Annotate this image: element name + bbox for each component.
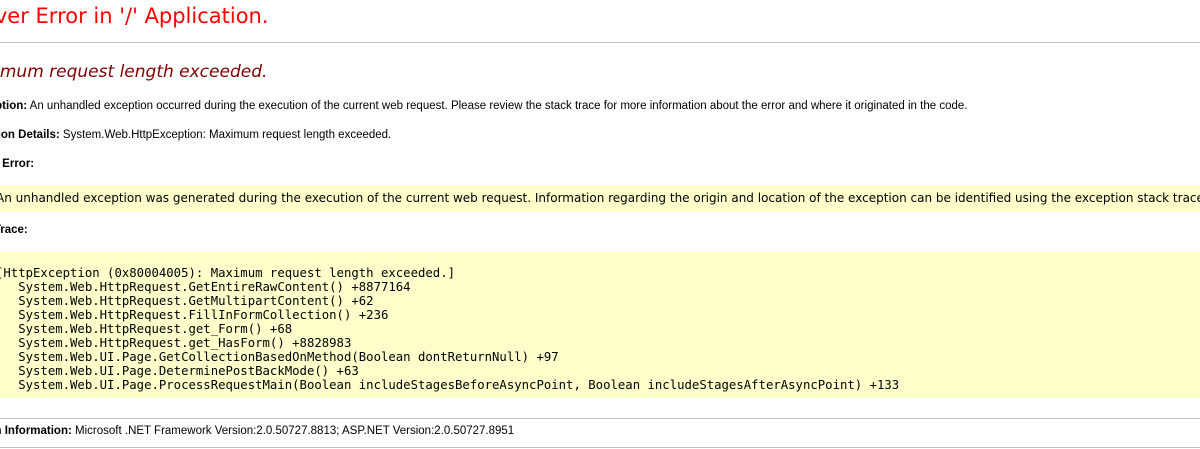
stack-trace-line: [HttpException (0x80004005): Maximum req… bbox=[0, 266, 456, 280]
version-divider bbox=[0, 418, 1200, 419]
stack-trace-heading: Stack Trace: bbox=[0, 224, 28, 236]
source-error-heading: Source Error: bbox=[0, 158, 34, 170]
stack-trace-line: System.Web.HttpRequest.GetEntireRawConte… bbox=[0, 280, 411, 294]
stack-trace-line: System.Web.UI.Page.GetCollectionBasedOnM… bbox=[0, 350, 559, 364]
version-information-text: Microsoft .NET Framework Version:2.0.507… bbox=[75, 425, 515, 437]
title-divider bbox=[0, 42, 1200, 43]
source-error-text: An unhandled exception was generated dur… bbox=[0, 191, 1200, 205]
stack-trace-text: [HttpException (0x80004005): Maximum req… bbox=[0, 266, 899, 392]
version-information-label: Version Information: bbox=[0, 425, 72, 437]
description-line: Description: An unhandled exception occu… bbox=[0, 100, 967, 112]
source-error-box: An unhandled exception was generated dur… bbox=[0, 185, 1200, 212]
exception-details-label: Exception Details: bbox=[0, 129, 60, 141]
version-information-line: Version Information: Microsoft .NET Fram… bbox=[0, 425, 514, 437]
stack-trace-line: System.Web.HttpRequest.get_HasForm() +88… bbox=[0, 336, 352, 350]
stack-trace-line: System.Web.HttpRequest.FillInFormCollect… bbox=[0, 308, 389, 322]
exception-details-line: Exception Details: System.Web.HttpExcept… bbox=[0, 129, 391, 141]
stack-trace-line: System.Web.UI.Page.ProcessRequestMain(Bo… bbox=[0, 378, 900, 392]
footer-divider bbox=[0, 447, 1200, 448]
description-label: Description: bbox=[0, 100, 28, 112]
stack-trace-line: System.Web.HttpRequest.GetMultipartConte… bbox=[0, 294, 374, 308]
source-error-label: Source Error: bbox=[0, 158, 35, 170]
page-title: Server Error in '/' Application. bbox=[0, 4, 269, 28]
stack-trace-line: System.Web.UI.Page.DeterminePostBackMode… bbox=[0, 364, 359, 378]
error-message-heading: Maximum request length exceeded. bbox=[0, 62, 268, 82]
exception-details-text: System.Web.HttpException: Maximum reques… bbox=[62, 129, 392, 141]
stack-trace-line: System.Web.HttpRequest.get_Form() +68 bbox=[0, 322, 293, 336]
description-text: An unhandled exception occurred during t… bbox=[29, 100, 968, 112]
stack-trace-box: [HttpException (0x80004005): Maximum req… bbox=[0, 252, 1200, 398]
stack-trace-label: Stack Trace: bbox=[0, 224, 28, 236]
